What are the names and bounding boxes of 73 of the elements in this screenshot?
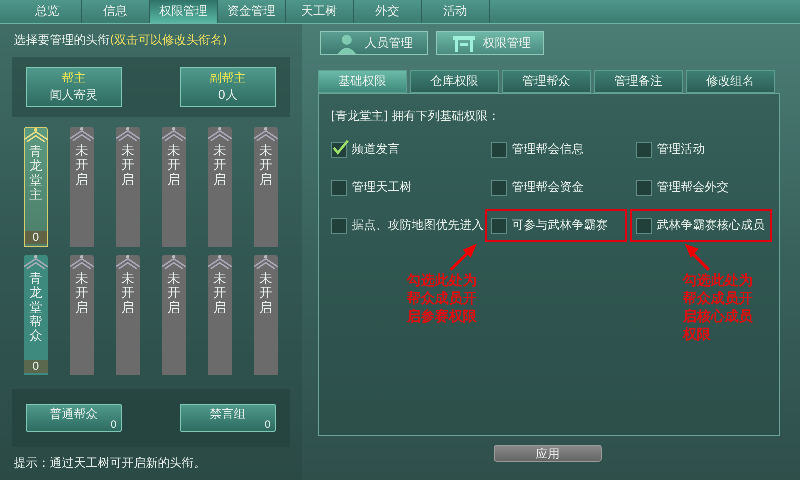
checkbox-label: 据点、攻防地图优先进入 — [352, 217, 484, 234]
banner-top-icon — [116, 127, 140, 143]
checkbox[interactable] — [491, 180, 507, 196]
rank-banner[interactable]: 未开启 — [254, 127, 278, 247]
rank-banner[interactable]: 未开启 — [208, 255, 232, 375]
group-button[interactable]: 普通帮众 0 — [26, 404, 122, 432]
banner-top-icon — [208, 127, 232, 143]
nav-tab[interactable]: 天工树 — [286, 0, 354, 23]
banner-top-icon — [70, 255, 94, 271]
person-icon — [335, 32, 359, 54]
banner-top-icon — [208, 255, 232, 271]
tip-text: 提示：通过天工树可开启新的头衔。 — [13, 455, 207, 472]
banner-top-icon — [24, 128, 48, 144]
nav-tab[interactable]: 权限管理 — [150, 0, 218, 23]
instruction-text: 选择要管理的头衔(双击可以修改头衔名) — [13, 32, 228, 49]
tab[interactable]: 仓库权限 — [410, 70, 499, 93]
banner-top-icon — [162, 127, 186, 143]
nav-tab[interactable]: 总览 — [14, 0, 82, 23]
annotation-text: 勾选此处为帮众成员开启参赛权限 — [407, 272, 478, 326]
checkbox[interactable] — [331, 142, 347, 158]
member-count: 0 — [25, 231, 47, 244]
checkbox-label: 管理帮会资金 — [512, 179, 584, 196]
group-button[interactable]: 禁言组 0 — [180, 404, 276, 432]
nav-tab[interactable]: 外交 — [354, 0, 422, 23]
mode-button[interactable]: 权限管理 — [436, 31, 544, 55]
checkbox[interactable] — [636, 142, 652, 158]
checkbox-label: 可参与武林争霸赛 — [512, 217, 608, 234]
checkbox-label: 武林争霸赛核心成员 — [657, 217, 765, 234]
rank-banner[interactable]: 未开启 — [162, 127, 186, 247]
leader-card[interactable]: 副帮主 0人 — [180, 67, 276, 107]
rank-banner[interactable]: 未开启 — [116, 255, 140, 375]
checkbox-label: 管理帮会信息 — [512, 141, 584, 158]
checkbox[interactable] — [331, 218, 347, 234]
banner-top-icon — [116, 255, 140, 271]
checkbox[interactable] — [636, 180, 652, 196]
leader-card[interactable]: 帮主 闻人寄灵 — [26, 67, 122, 107]
checkbox-label: 管理活动 — [657, 141, 705, 158]
banner-top-icon — [24, 255, 48, 271]
checkbox[interactable] — [491, 218, 507, 234]
arrow — [683, 242, 713, 272]
checkbox-label: 管理天工树 — [352, 179, 412, 196]
tab[interactable]: 基础权限 — [318, 70, 407, 93]
section-heading: [青龙堂主] 拥有下列基础权限： — [331, 108, 502, 125]
arrow — [449, 242, 479, 272]
member-count: 0 — [24, 360, 48, 373]
checkbox-label: 频道发言 — [352, 141, 400, 158]
rank-banner[interactable]: 青龙堂主 0 — [24, 127, 48, 247]
apply-button[interactable]: 应用 — [494, 445, 602, 462]
banner-top-icon — [254, 255, 278, 271]
tab[interactable]: 管理帮众 — [502, 70, 591, 93]
tab[interactable]: 管理备注 — [594, 70, 683, 93]
checkbox[interactable] — [636, 218, 652, 234]
rank-banner[interactable]: 未开启 — [70, 255, 94, 375]
rank-banner[interactable]: 未开启 — [116, 127, 140, 247]
mode-button[interactable]: 人员管理 — [320, 31, 428, 55]
rank-banner[interactable]: 未开启 — [162, 255, 186, 375]
checkbox[interactable] — [491, 142, 507, 158]
banner-top-icon — [162, 255, 186, 271]
member-count: 0 — [264, 421, 271, 431]
annotation-text: 勾选此处为帮众成员开启核心成员权限 — [683, 272, 754, 344]
banner-top-icon — [254, 127, 278, 143]
rank-banner[interactable]: 未开启 — [254, 255, 278, 375]
check-icon — [332, 140, 350, 156]
tab[interactable]: 修改组名 — [686, 70, 775, 93]
checkbox[interactable] — [331, 180, 347, 196]
member-count: 0 — [110, 421, 117, 431]
banner-top-icon — [70, 127, 94, 143]
rank-banner[interactable]: 未开启 — [208, 127, 232, 247]
rank-banner[interactable]: 未开启 — [70, 127, 94, 247]
nav-tab[interactable]: 资金管理 — [218, 0, 286, 23]
checkbox-label: 管理帮会外交 — [657, 179, 729, 196]
rank-banner[interactable]: 青龙堂帮众 0 — [24, 255, 48, 375]
nav-tab[interactable]: 活动 — [422, 0, 490, 23]
